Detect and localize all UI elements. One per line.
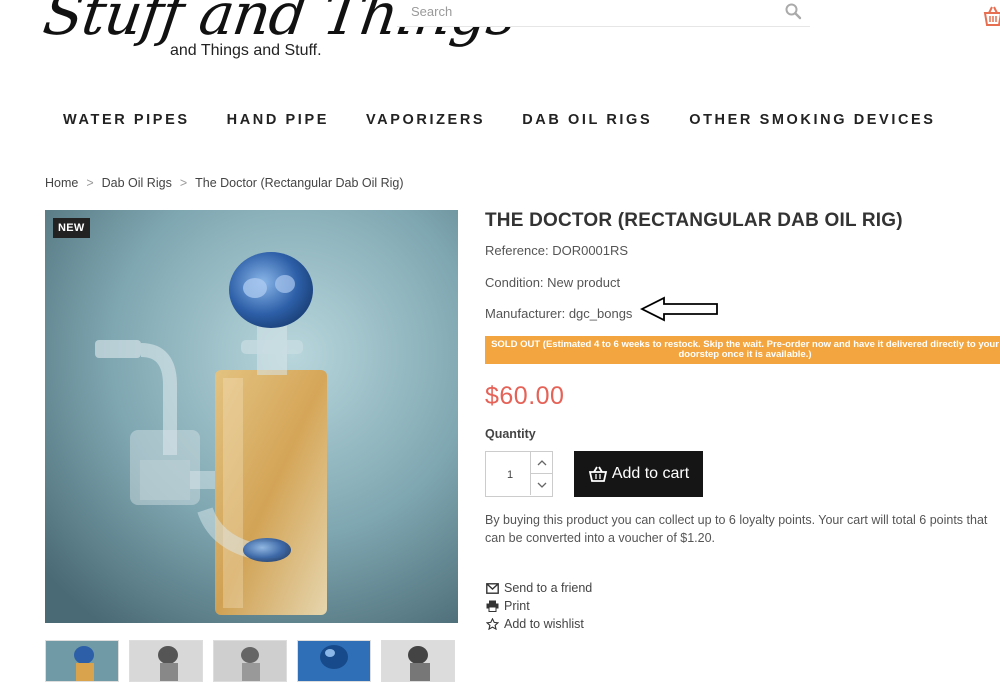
thumbnail-1[interactable] <box>45 640 119 682</box>
chevron-down-icon <box>537 482 547 488</box>
breadcrumb-current: The Doctor (Rectangular Dab Oil Rig) <box>195 176 404 190</box>
thumbnail-4[interactable] <box>297 640 371 682</box>
send-to-friend-label: Send to a friend <box>504 581 593 595</box>
basket-icon <box>588 466 607 482</box>
quantity-input[interactable] <box>486 452 534 498</box>
new-badge: NEW <box>53 218 90 238</box>
thumbnail-2[interactable] <box>129 640 203 682</box>
chevron-up-icon <box>537 459 547 465</box>
envelope-icon <box>486 582 499 594</box>
breadcrumb-category[interactable]: Dab Oil Rigs <box>102 176 172 190</box>
thumbnail-5[interactable] <box>381 640 455 682</box>
print-label: Print <box>504 599 530 613</box>
loyalty-points-text: By buying this product you can collect u… <box>485 513 988 545</box>
print-link[interactable]: Print <box>486 597 592 615</box>
cart-icon[interactable] <box>982 4 1000 28</box>
product-manufacturer: Manufacturer: dgc_bongs <box>485 306 633 321</box>
printer-icon <box>486 600 499 612</box>
add-to-wishlist-label: Add to wishlist <box>504 617 584 631</box>
breadcrumb: Home > Dab Oil Rigs > The Doctor (Rectangula… <box>45 176 404 190</box>
add-to-cart-label: Add to cart <box>611 465 690 482</box>
annotation-arrow-icon <box>640 296 718 322</box>
nav-item-vaporizers[interactable]: VAPORIZERS <box>366 112 485 128</box>
quantity-stepper <box>485 451 553 498</box>
breadcrumb-home[interactable]: Home <box>45 176 78 190</box>
product-photo <box>45 210 458 623</box>
thumbnail-3[interactable] <box>213 640 287 682</box>
send-to-friend-link[interactable]: Send to a friend <box>486 579 592 597</box>
nav-item-water-pipes[interactable]: WATER PIPES <box>63 112 190 128</box>
search-icon[interactable] <box>784 2 802 20</box>
thumbnail-strip <box>45 640 455 682</box>
stock-notice-banner: SOLD OUT (Estimated 4 to 6 weeks to rest… <box>485 336 1000 364</box>
quantity-decrease-button[interactable] <box>530 474 553 495</box>
site-logo[interactable]: Stuff and Things and Things and Stuff. <box>39 0 521 78</box>
quantity-increase-button[interactable] <box>530 452 553 474</box>
product-condition: Condition: New product <box>485 275 621 290</box>
nav-item-hand-pipe[interactable]: HAND PIPE <box>227 112 329 128</box>
breadcrumb-separator: > <box>86 176 94 190</box>
logo-tagline: and Things and Stuff. <box>170 42 322 59</box>
search-input[interactable] <box>397 0 781 22</box>
quantity-label: Quantity <box>485 427 536 441</box>
product-reference: Reference: DOR0001RS <box>485 243 629 258</box>
nav-item-dab-oil-rigs[interactable]: DAB OIL RIGS <box>522 112 652 128</box>
star-icon <box>486 618 499 630</box>
product-actions: Send to a friend Print Add to wishlist <box>486 579 592 633</box>
search-bar <box>397 0 810 27</box>
product-price: $60.00 <box>485 382 565 410</box>
add-to-wishlist-link[interactable]: Add to wishlist <box>486 615 592 633</box>
main-nav: WATER PIPES HAND PIPE VAPORIZERS DAB OIL… <box>63 112 973 128</box>
product-main-image[interactable]: NEW <box>45 210 458 623</box>
add-to-cart-button[interactable]: Add to cart <box>574 451 703 497</box>
product-title: THE DOCTOR (RECTANGULAR DAB OIL RIG) <box>485 210 903 231</box>
breadcrumb-separator: > <box>179 176 188 190</box>
nav-item-other-smoking-devices[interactable]: OTHER SMOKING DEVICES <box>689 112 935 128</box>
